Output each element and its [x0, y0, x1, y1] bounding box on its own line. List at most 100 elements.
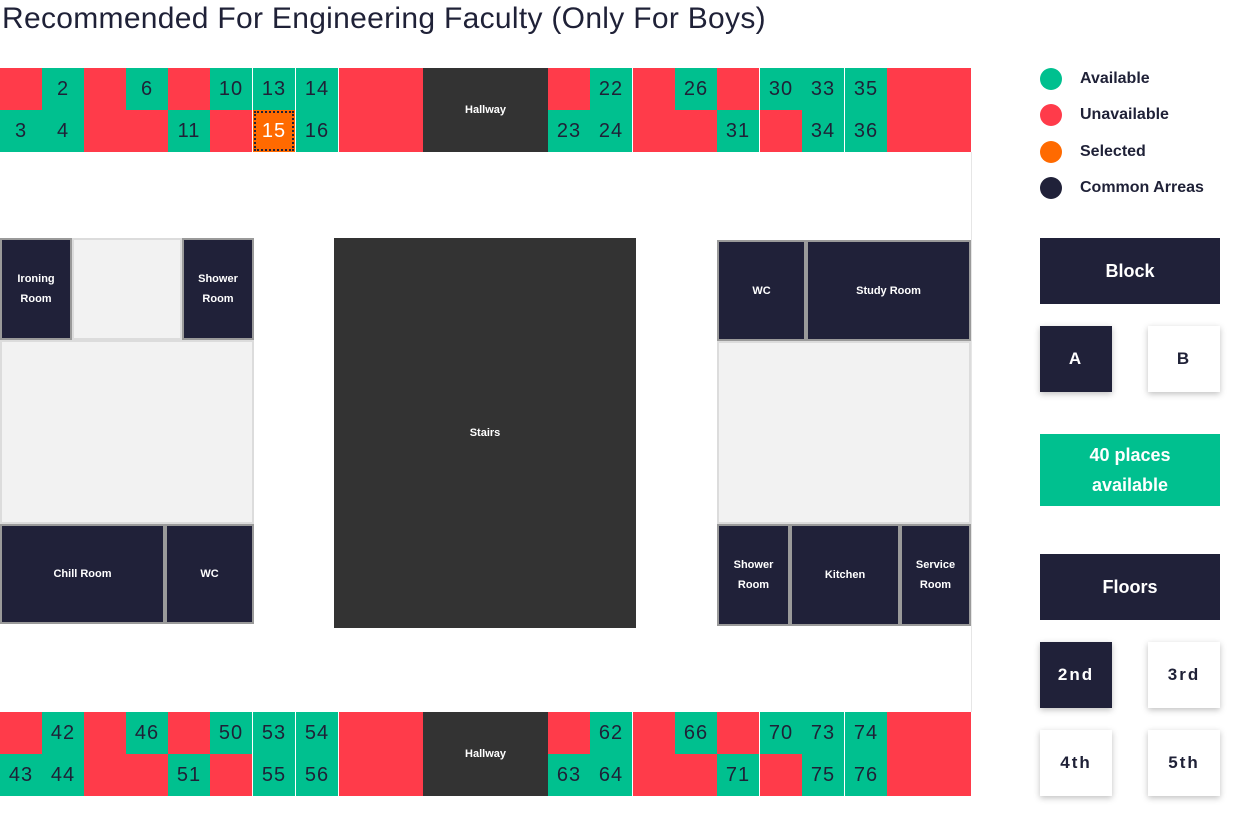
- seat-unavailable: [168, 68, 210, 110]
- seat-unavailable: [126, 110, 168, 152]
- unavailable-block: [339, 68, 423, 152]
- seat-available[interactable]: 64: [590, 754, 632, 796]
- seat-available[interactable]: 36: [845, 110, 887, 152]
- unavailable-block: [887, 712, 971, 796]
- seat-unavailable: [633, 110, 675, 152]
- unavailable-block: [339, 712, 423, 796]
- seat-available[interactable]: 73: [802, 712, 844, 754]
- floor-3rd-button[interactable]: 3rd: [1148, 642, 1220, 708]
- seat-unavailable: [633, 712, 675, 754]
- legend-common-areas: Common Arreas: [1040, 177, 1204, 199]
- seat-unavailable: [760, 754, 802, 796]
- seat-available[interactable]: 3: [0, 110, 42, 152]
- ironing-room: Ironing Room: [0, 238, 72, 340]
- seat-unavailable: [84, 754, 126, 796]
- seat-available[interactable]: 50: [210, 712, 252, 754]
- seat-available[interactable]: 51: [168, 754, 210, 796]
- seat-available[interactable]: 42: [42, 712, 84, 754]
- legend-label: Unavailable: [1080, 106, 1169, 123]
- seat-available[interactable]: 2: [42, 68, 84, 110]
- page-title: Recommended For Engineering Faculty (Onl…: [2, 2, 766, 35]
- hallway-top: Hallway: [423, 68, 548, 152]
- seat-unavailable: [84, 712, 126, 754]
- seat-available[interactable]: 34: [802, 110, 844, 152]
- seat-available[interactable]: 13: [253, 68, 295, 110]
- legend-unavailable: Unavailable: [1040, 104, 1169, 126]
- seat-available[interactable]: 54: [296, 712, 338, 754]
- seat-unavailable: [675, 110, 717, 152]
- seat-unavailable: [717, 68, 759, 110]
- shower-room-left: Shower Room: [182, 238, 254, 340]
- seat-available[interactable]: 11: [168, 110, 210, 152]
- legend-available: Available: [1040, 68, 1150, 90]
- seat-available[interactable]: 70: [760, 712, 802, 754]
- seat-available[interactable]: 24: [590, 110, 632, 152]
- seat-available[interactable]: 16: [296, 110, 338, 152]
- seat-unavailable: [84, 68, 126, 110]
- seat-available[interactable]: 53: [253, 712, 295, 754]
- seat-available[interactable]: 30: [760, 68, 802, 110]
- seat-available[interactable]: 26: [675, 68, 717, 110]
- seat-selected[interactable]: 15: [253, 110, 295, 152]
- seat-available[interactable]: 43: [0, 754, 42, 796]
- seat-available[interactable]: 76: [845, 754, 887, 796]
- unavailable-block: [887, 68, 971, 152]
- wc-right: WC: [717, 240, 806, 341]
- seat-available[interactable]: 35: [845, 68, 887, 110]
- seat-unavailable: [84, 110, 126, 152]
- seat-unavailable: [126, 754, 168, 796]
- shower-room-right: Shower Room: [717, 524, 790, 626]
- service-room: Service Room: [900, 524, 971, 626]
- seat-available[interactable]: 23: [548, 110, 590, 152]
- seat-available[interactable]: 62: [590, 712, 632, 754]
- floor-5th-button[interactable]: 5th: [1148, 730, 1220, 796]
- seat-unavailable: [548, 712, 590, 754]
- seat-unavailable: [760, 110, 802, 152]
- wc-left: WC: [165, 524, 254, 624]
- block-b-button[interactable]: B: [1148, 326, 1220, 392]
- selected-dot-icon: [1040, 141, 1062, 163]
- seat-unavailable: [675, 754, 717, 796]
- seat-available[interactable]: 66: [675, 712, 717, 754]
- seat-available[interactable]: 22: [590, 68, 632, 110]
- block-a-button[interactable]: A: [1040, 326, 1112, 392]
- seat-available[interactable]: 4: [42, 110, 84, 152]
- seat-available[interactable]: 10: [210, 68, 252, 110]
- seat-unavailable: [210, 754, 252, 796]
- legend-selected: Selected: [1040, 141, 1146, 163]
- places-available-badge: 40 places available: [1040, 434, 1220, 506]
- seat-unavailable: [210, 110, 252, 152]
- floor-4th-button[interactable]: 4th: [1040, 730, 1112, 796]
- unavailable-dot-icon: [1040, 104, 1062, 126]
- floor-plan: Hallway Ironing Room Shower Room Chill R…: [0, 68, 972, 796]
- seat-available[interactable]: 56: [296, 754, 338, 796]
- stairs: Stairs: [334, 238, 636, 628]
- seat-available[interactable]: 6: [126, 68, 168, 110]
- seat-unavailable: [633, 754, 675, 796]
- seat-unavailable: [548, 68, 590, 110]
- legend-label: Available: [1080, 70, 1150, 87]
- common-dot-icon: [1040, 177, 1062, 199]
- study-room: Study Room: [806, 240, 971, 341]
- legend-label: Common Arreas: [1080, 179, 1204, 196]
- open-space: [717, 341, 971, 524]
- seat-available[interactable]: 55: [253, 754, 295, 796]
- seat-available[interactable]: 33: [802, 68, 844, 110]
- seat-unavailable: [168, 712, 210, 754]
- open-space: [0, 340, 254, 524]
- chill-room: Chill Room: [0, 524, 165, 624]
- seat-available[interactable]: 63: [548, 754, 590, 796]
- seat-available[interactable]: 71: [717, 754, 759, 796]
- seat-available[interactable]: 31: [717, 110, 759, 152]
- seat-available[interactable]: 74: [845, 712, 887, 754]
- seat-unavailable: [0, 68, 42, 110]
- seat-available[interactable]: 46: [126, 712, 168, 754]
- seat-available[interactable]: 75: [802, 754, 844, 796]
- floors-heading: Floors: [1040, 554, 1220, 620]
- legend-label: Selected: [1080, 143, 1146, 160]
- seat-available[interactable]: 14: [296, 68, 338, 110]
- hallway-bottom: Hallway: [423, 712, 548, 796]
- seat-available[interactable]: 44: [42, 754, 84, 796]
- available-dot-icon: [1040, 68, 1062, 90]
- floor-2nd-button[interactable]: 2nd: [1040, 642, 1112, 708]
